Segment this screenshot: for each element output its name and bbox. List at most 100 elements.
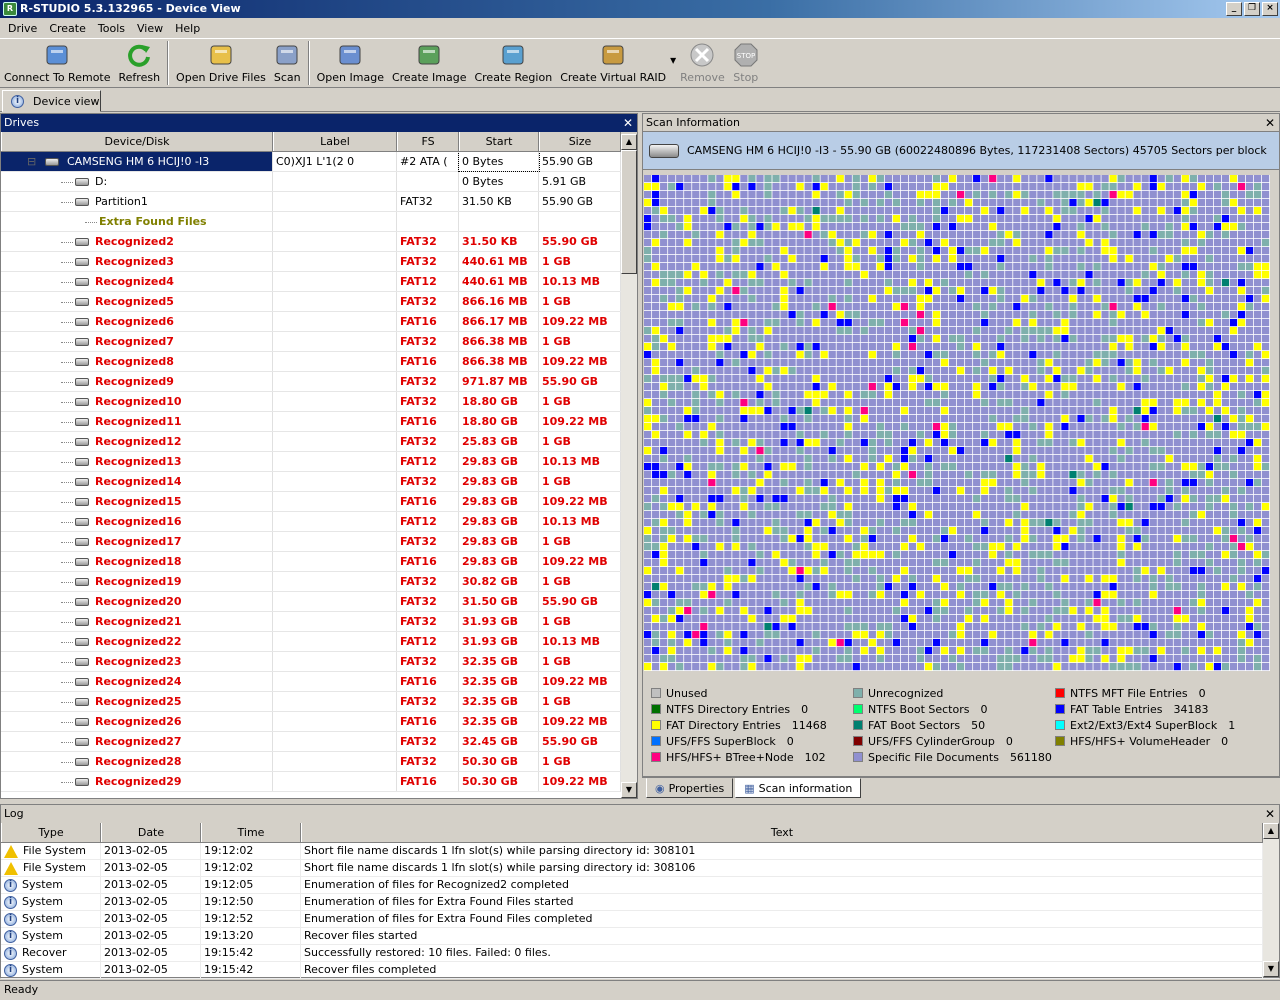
menu-item-view[interactable]: View bbox=[131, 22, 169, 35]
drive-row[interactable]: Recognized5 FAT32 866.16 MB 1 GB bbox=[1, 292, 637, 312]
drive-row[interactable]: Recognized23 FAT32 32.35 GB 1 GB bbox=[1, 652, 637, 672]
scan-block bbox=[692, 455, 700, 463]
drive-row[interactable]: Recognized21 FAT32 31.93 GB 1 GB bbox=[1, 612, 637, 632]
drive-row[interactable]: Partition1 FAT32 31.50 KB 55.90 GB bbox=[1, 192, 637, 212]
drive-row[interactable]: Recognized9 FAT32 971.87 MB 55.90 GB bbox=[1, 372, 637, 392]
scan-block bbox=[989, 351, 997, 359]
scan-block bbox=[1149, 511, 1157, 519]
drive-icon bbox=[75, 638, 89, 646]
scan-block bbox=[1253, 207, 1262, 215]
menu-item-drive[interactable]: Drive bbox=[2, 22, 43, 35]
drive-row[interactable]: Recognized10 FAT32 18.80 GB 1 GB bbox=[1, 392, 637, 412]
toolbar-create-image-button[interactable]: Create Image bbox=[388, 39, 471, 87]
scan-block bbox=[748, 215, 756, 223]
scan-block bbox=[644, 567, 652, 575]
scan-block bbox=[676, 319, 684, 327]
scroll-down-icon[interactable]: ▼ bbox=[621, 782, 637, 798]
scan-block bbox=[660, 487, 668, 495]
drive-row[interactable]: Recognized22 FAT12 31.93 GB 10.13 MB bbox=[1, 632, 637, 652]
drive-row[interactable]: Recognized19 FAT32 30.82 GB 1 GB bbox=[1, 572, 637, 592]
toolbar-scan-button[interactable]: Scan bbox=[270, 39, 305, 87]
scan-block bbox=[1181, 471, 1189, 479]
scroll-thumb[interactable] bbox=[621, 150, 637, 274]
col-device-disk[interactable]: Device/Disk bbox=[1, 132, 273, 151]
minimize-button[interactable]: _ bbox=[1226, 2, 1242, 16]
scroll-up-icon[interactable]: ▲ bbox=[621, 134, 637, 150]
menu-item-create[interactable]: Create bbox=[43, 22, 92, 35]
drive-row[interactable]: Recognized24 FAT16 32.35 GB 109.22 MB bbox=[1, 672, 637, 692]
scan-block bbox=[900, 271, 909, 279]
drive-row[interactable]: Recognized8 FAT16 866.38 MB 109.22 MB bbox=[1, 352, 637, 372]
drive-row[interactable]: Recognized16 FAT12 29.83 GB 10.13 MB bbox=[1, 512, 637, 532]
col-fs[interactable]: FS bbox=[397, 132, 459, 151]
scan-map[interactable] bbox=[644, 175, 1270, 671]
col-start[interactable]: Start bbox=[459, 132, 539, 151]
scan-block bbox=[1157, 271, 1165, 279]
drive-row[interactable]: Recognized11 FAT16 18.80 GB 109.22 MB bbox=[1, 412, 637, 432]
drive-row[interactable]: Recognized20 FAT32 31.50 GB 55.90 GB bbox=[1, 592, 637, 612]
scan-block bbox=[1149, 415, 1157, 423]
toolbar-connect-remote-button[interactable]: Connect To Remote bbox=[0, 39, 115, 87]
col-size[interactable]: Size bbox=[539, 132, 621, 151]
toolbar-refresh-button[interactable]: Refresh bbox=[115, 39, 165, 87]
scan-block bbox=[820, 647, 828, 655]
drive-row[interactable]: Recognized29 FAT16 50.30 GB 109.22 MB bbox=[1, 772, 637, 792]
scan-block bbox=[652, 199, 660, 207]
tab-device-view[interactable]: i Device view bbox=[2, 90, 101, 112]
drive-row[interactable]: Extra Found Files bbox=[1, 212, 637, 232]
drive-row[interactable]: Recognized6 FAT16 866.17 MB 109.22 MB bbox=[1, 312, 637, 332]
menu-item-help[interactable]: Help bbox=[169, 22, 206, 35]
scan-block bbox=[1045, 383, 1053, 391]
scan-block bbox=[756, 407, 764, 415]
scan-block bbox=[1069, 383, 1077, 391]
drive-row[interactable]: ⊟ CAMSENG HM 6 HCIJ!0 -I3 C0)XJ1 L'1(2 0 #2… bbox=[1, 152, 637, 172]
scan-block bbox=[1021, 351, 1029, 359]
drive-row[interactable]: Recognized28 FAT32 50.30 GB 1 GB bbox=[1, 752, 637, 772]
toolbar-create-region-button[interactable]: Create Region bbox=[470, 39, 556, 87]
drive-row[interactable]: Recognized12 FAT32 25.83 GB 1 GB bbox=[1, 432, 637, 452]
collapse-icon[interactable]: ⊟ bbox=[27, 152, 36, 171]
drives-close-icon[interactable]: ✕ bbox=[623, 114, 633, 132]
drive-row[interactable]: Recognized27 FAT32 32.45 GB 55.90 GB bbox=[1, 732, 637, 752]
drive-row[interactable]: Recognized25 FAT32 32.35 GB 1 GB bbox=[1, 692, 637, 712]
menu-item-tools[interactable]: Tools bbox=[92, 22, 131, 35]
drive-row[interactable]: Recognized14 FAT32 29.83 GB 1 GB bbox=[1, 472, 637, 492]
scan-block bbox=[1037, 567, 1045, 575]
restore-button[interactable]: ❐ bbox=[1244, 2, 1260, 16]
drive-row[interactable]: Recognized7 FAT32 866.38 MB 1 GB bbox=[1, 332, 637, 352]
scan-block bbox=[1205, 359, 1214, 367]
scan-block bbox=[940, 543, 949, 551]
drive-row[interactable]: Recognized26 FAT16 32.35 GB 109.22 MB bbox=[1, 712, 637, 732]
col-label[interactable]: Label bbox=[273, 132, 397, 151]
scan-block bbox=[852, 479, 860, 487]
scan-block bbox=[884, 527, 892, 535]
drive-icon bbox=[75, 518, 89, 526]
drive-row[interactable]: Recognized17 FAT32 29.83 GB 1 GB bbox=[1, 532, 637, 552]
close-button[interactable]: × bbox=[1262, 2, 1278, 16]
scan-close-icon[interactable]: ✕ bbox=[1265, 114, 1275, 132]
drive-row[interactable]: D: 0 Bytes 5.91 GB bbox=[1, 172, 637, 192]
scan-block bbox=[932, 527, 941, 535]
toolbar-open-drive-files-button[interactable]: Open Drive Files bbox=[172, 39, 270, 87]
scan-block bbox=[989, 551, 997, 559]
scan-block bbox=[1029, 599, 1037, 607]
scan-block bbox=[1221, 503, 1230, 511]
scan-block bbox=[868, 271, 876, 279]
scan-block bbox=[860, 551, 868, 559]
scan-block bbox=[997, 183, 1005, 191]
drive-row[interactable]: Recognized18 FAT16 29.83 GB 109.22 MB bbox=[1, 552, 637, 572]
scan-block bbox=[1069, 543, 1077, 551]
scan-block bbox=[836, 575, 844, 583]
scan-block bbox=[1165, 279, 1173, 287]
drive-row[interactable]: Recognized15 FAT16 29.83 GB 109.22 MB bbox=[1, 492, 637, 512]
drive-row[interactable]: Recognized2 FAT32 31.50 KB 55.90 GB bbox=[1, 232, 637, 252]
drives-scrollbar[interactable]: ▲ ▼ bbox=[621, 134, 637, 798]
toolbar-create-raid-button[interactable]: Create Virtual RAID bbox=[556, 39, 670, 87]
toolbar-open-image-button[interactable]: Open Image bbox=[313, 39, 388, 87]
drive-row[interactable]: Recognized3 FAT32 440.61 MB 1 GB bbox=[1, 252, 637, 272]
scan-block bbox=[732, 375, 740, 383]
drive-row[interactable]: Recognized13 FAT12 29.83 GB 10.13 MB bbox=[1, 452, 637, 472]
drive-name: Recognized17 bbox=[95, 535, 182, 548]
scan-block bbox=[1005, 383, 1013, 391]
drive-row[interactable]: Recognized4 FAT12 440.61 MB 10.13 MB bbox=[1, 272, 637, 292]
